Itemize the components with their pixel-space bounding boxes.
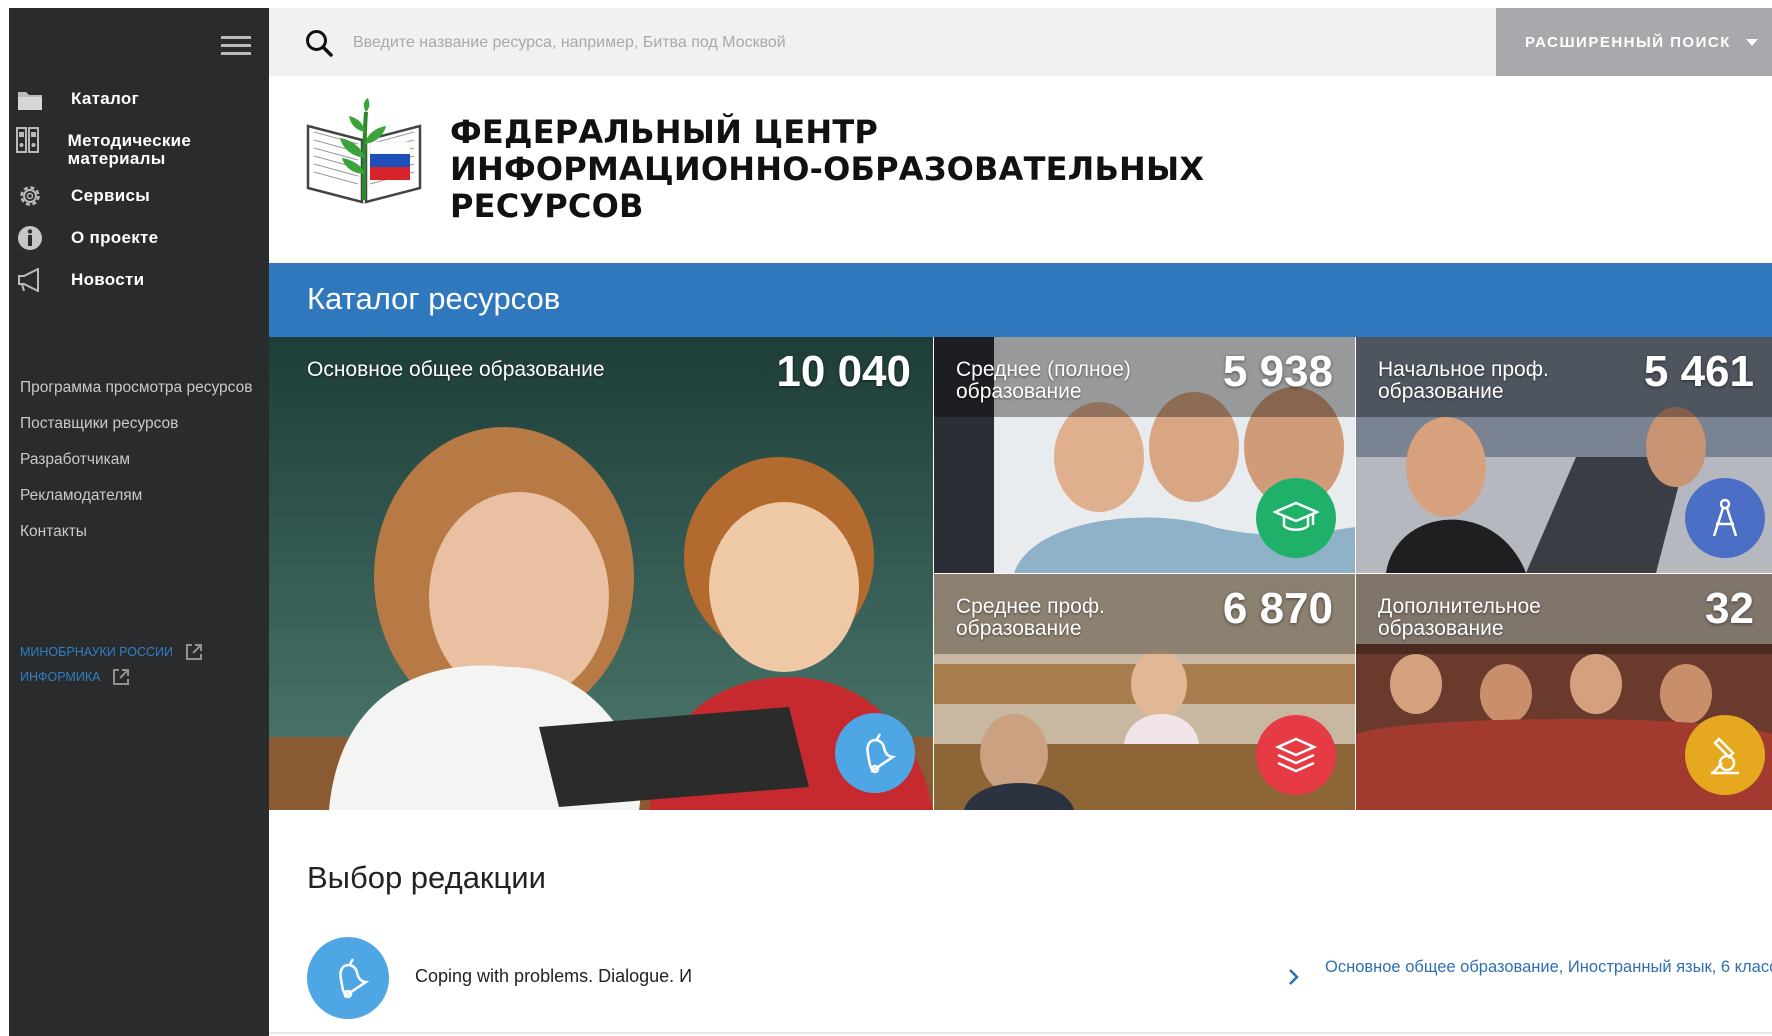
search-input[interactable]	[351, 28, 1155, 58]
tile-title: Среднее (полное) образование	[956, 358, 1131, 403]
tile-count: 10 040	[776, 347, 911, 396]
folder-icon	[15, 86, 45, 114]
catalog-tile-additional[interactable]: Дополнительное образование 32	[1356, 574, 1772, 810]
tile-count: 6 870	[1222, 584, 1333, 633]
external-link-label: ИНФОРМИКА	[20, 670, 101, 684]
sidebar-link-developers[interactable]: Разработчикам	[20, 448, 260, 471]
editors-choice-title: Выбор редакции	[307, 860, 546, 895]
chevron-down-icon	[1746, 39, 1758, 46]
sidebar-item-methodical[interactable]: Методические материалы	[9, 126, 269, 168]
books-icon	[1256, 715, 1336, 795]
search-icon[interactable]	[304, 28, 334, 58]
window-edge	[0, 0, 8, 1036]
menu-toggle-button[interactable]	[221, 36, 251, 56]
chevron-right-icon	[1289, 969, 1299, 985]
catalog-tile-secondary-full[interactable]: Среднее (полное) образование 5 938	[934, 337, 1355, 573]
sidebar-item-news[interactable]: Новости	[9, 266, 269, 294]
catalog-tile-initial-professional[interactable]: Начальное проф. образование 5 461	[1356, 337, 1772, 573]
sidebar-item-about[interactable]: О проекте	[9, 224, 269, 252]
editors-choice-item-category[interactable]: Основное общее образование, Иностранный …	[1325, 956, 1772, 979]
sidebar-item-label: Новости	[71, 270, 145, 289]
megaphone-icon	[15, 266, 45, 294]
tile-title: Основное общее образование	[307, 358, 605, 381]
editors-choice-item-title: Coping with problems. Dialogue. И	[415, 966, 693, 986]
tile-title: Начальное проф. образование	[1378, 358, 1549, 403]
external-link-informika[interactable]: ИНФОРМИКА	[20, 668, 130, 686]
catalog-title: Каталог ресурсов	[307, 281, 561, 316]
site-title: ФЕДЕРАЛЬНЫЙ ЦЕНТР ИНФОРМАЦИОННО-ОБРАЗОВА…	[450, 113, 1205, 225]
sidebar-link-advertisers[interactable]: Рекламодателям	[20, 484, 260, 507]
divider	[269, 1032, 1772, 1034]
binders-icon	[15, 126, 42, 154]
tile-count: 5 938	[1222, 347, 1333, 396]
sidebar-item-catalog[interactable]: Каталог	[9, 86, 269, 114]
microscope-icon	[1685, 715, 1765, 795]
compass-icon	[1685, 478, 1765, 558]
classroom-photo	[269, 337, 933, 810]
advanced-search-label: РАСШИРЕННЫЙ ПОИСК	[1525, 34, 1731, 51]
tile-title: Дополнительное образование	[1378, 595, 1541, 640]
catalog-tile-basic-education[interactable]: Основное общее образование 10 040	[269, 337, 933, 810]
external-link-icon	[186, 644, 202, 660]
graduation-cap-icon	[1256, 478, 1336, 558]
sidebar-link-viewer[interactable]: Программа просмотра ресурсов	[20, 376, 260, 399]
sidebar-item-label: О проекте	[71, 228, 159, 247]
sidebar: Каталог Методические материалы Сервисы О…	[9, 8, 269, 1036]
search-bar	[269, 8, 1496, 76]
book-sprout-logo-icon	[306, 98, 422, 204]
catalog-tile-secondary-professional[interactable]: Среднее проф. образование 6 870	[934, 574, 1355, 810]
sidebar-item-services[interactable]: Сервисы	[9, 182, 269, 210]
tile-count: 5 461	[1643, 347, 1754, 396]
external-link-ministry[interactable]: МИНОБРНАУКИ РОССИИ	[20, 643, 203, 661]
sidebar-link-providers[interactable]: Поставщики ресурсов	[20, 412, 260, 435]
sidebar-item-label: Методические материалы	[67, 131, 192, 168]
gear-icon	[15, 182, 45, 210]
external-link-icon	[113, 669, 130, 685]
advanced-search-button[interactable]: РАСШИРЕННЫЙ ПОИСК	[1496, 8, 1772, 76]
info-icon	[15, 224, 45, 252]
editors-choice-item[interactable]: Coping with problems. Dialogue. И Основн…	[307, 937, 1772, 1019]
sidebar-link-contacts[interactable]: Контакты	[20, 520, 260, 543]
external-link-label: МИНОБРНАУКИ РОССИИ	[20, 645, 173, 659]
tile-title: Среднее проф. образование	[956, 595, 1105, 640]
bell-icon	[307, 937, 389, 1019]
bell-icon	[835, 713, 915, 793]
sidebar-item-label: Каталог	[71, 89, 139, 108]
sidebar-links: Программа просмотра ресурсов Поставщики …	[20, 376, 260, 556]
sidebar-item-label: Сервисы	[71, 186, 151, 205]
catalog-header: Каталог ресурсов	[269, 263, 1772, 337]
tile-count: 32	[1705, 584, 1754, 633]
site-logo[interactable]	[304, 98, 424, 208]
